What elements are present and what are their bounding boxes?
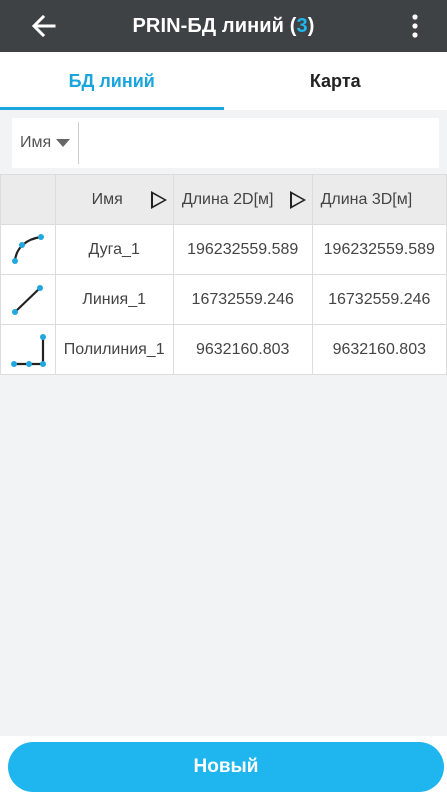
row-length-2d: 196232559.589 — [172, 224, 313, 275]
tab-line-database[interactable]: БД линий — [0, 52, 224, 110]
header-length-2d[interactable]: Длина 2D[м] — [172, 174, 313, 225]
table-row[interactable]: Линия_1 16732559.246 16732559.246 — [0, 274, 447, 325]
title-close: ) — [307, 14, 315, 37]
lines-table-container[interactable]: Имя Длина 2D[м] Длина 3D[м] Дуга_1 19623… — [0, 174, 447, 378]
row-length-2d: 16732559.246 — [172, 274, 313, 325]
filter-field-label: Имя — [20, 134, 52, 151]
header-label: Длина 2D[м] — [181, 190, 274, 208]
row-type-cell — [0, 274, 56, 325]
row-length-3d: 9632160.803 — [311, 324, 447, 375]
more-vertical-icon[interactable] — [407, 12, 423, 40]
table-header-row: Имя Длина 2D[м] Длина 3D[м] — [0, 174, 447, 225]
header-name[interactable]: Имя — [54, 174, 174, 225]
row-length-2d: 9632160.803 — [172, 324, 313, 375]
app-bar: PRIN-БД линий (3) — [0, 0, 447, 52]
filter-field-select[interactable]: Имя — [12, 118, 78, 168]
line-count: 3 — [296, 14, 308, 37]
header-label: Имя — [91, 190, 123, 208]
row-name: Полилиния_1 — [54, 324, 174, 375]
table-row[interactable]: Дуга_1 196232559.589 196232559.589 — [0, 224, 447, 275]
row-length-3d: 16732559.246 — [311, 274, 447, 325]
tab-label: Карта — [309, 70, 361, 91]
row-name: Дуга_1 — [54, 224, 174, 275]
filter-input[interactable] — [82, 124, 436, 164]
row-type-cell — [0, 224, 56, 275]
row-type-cell — [0, 324, 56, 375]
page-title: PRIN-БД линий (3) — [0, 0, 447, 52]
new-button[interactable]: Новый — [8, 742, 444, 792]
tab-map[interactable]: Карта — [224, 52, 447, 110]
filter-divider — [78, 122, 79, 164]
table-row[interactable]: Полилиния_1 9632160.803 9632160.803 — [0, 324, 447, 375]
chevron-down-icon — [56, 139, 71, 147]
row-length-3d: 196232559.589 — [311, 224, 447, 275]
straight-line-icon — [11, 284, 43, 315]
title-text: PRIN-БД линий ( — [132, 14, 297, 37]
tab-bar: БД линий Карта — [0, 52, 447, 110]
play-icon[interactable] — [289, 190, 306, 209]
tab-label: БД линий — [68, 70, 155, 91]
row-name: Линия_1 — [54, 274, 174, 325]
header-length-3d[interactable]: Длина 3D[м] — [311, 174, 447, 225]
lines-table: Имя Длина 2D[м] Длина 3D[м] Дуга_1 19623… — [0, 174, 447, 375]
arc-line-icon — [11, 233, 44, 264]
polyline-icon — [10, 333, 46, 367]
filter-bar: Имя — [12, 118, 439, 168]
header-type — [0, 174, 56, 225]
header-label: Длина 3D[м] — [320, 190, 413, 208]
play-icon[interactable] — [150, 190, 167, 209]
